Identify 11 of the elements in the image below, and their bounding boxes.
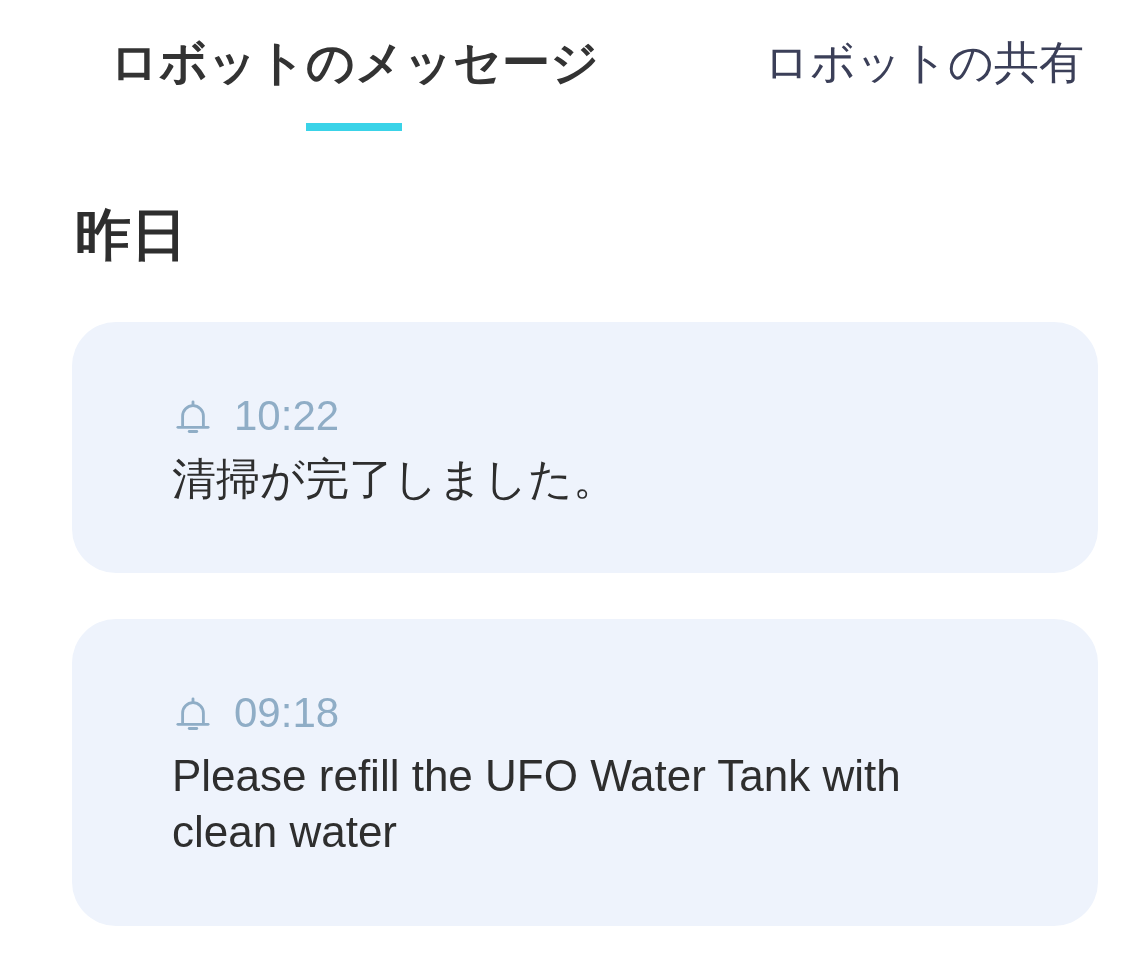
message-time: 09:18 <box>234 691 340 735</box>
message-card[interactable]: 10:22 清掃が完了しました。 <box>72 322 1098 573</box>
message-card[interactable]: 09:18 Please refill the UFO Water Tank with clean water <box>72 619 1098 926</box>
message-text: 清掃が完了しました。 <box>172 453 618 505</box>
bell-icon <box>176 696 210 730</box>
section-heading: 昨日 <box>75 203 187 267</box>
message-text: Please refill the UFO Water Tank with clean water <box>172 750 902 858</box>
tab[interactable]: ロボットのメッセージ <box>109 33 599 131</box>
bell-icon <box>176 399 210 433</box>
tab[interactable]: ロボットの共有 <box>764 33 1084 131</box>
message-time: 10:22 <box>234 394 340 438</box>
